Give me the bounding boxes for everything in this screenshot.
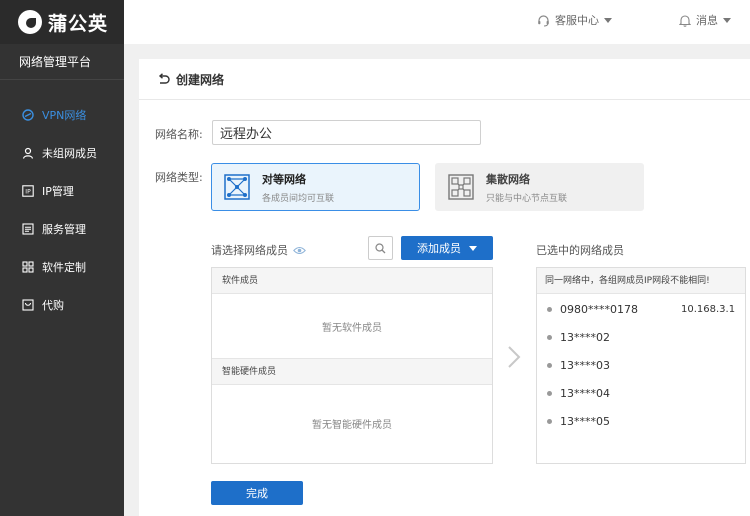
chevron-down-icon [723, 17, 731, 23]
search-button[interactable] [368, 236, 393, 260]
svg-text:IP: IP [25, 189, 31, 196]
select-members-label: 请选择网络成员 [211, 244, 288, 257]
network-type-peer[interactable]: 对等网络 各成员间均可互联 [211, 163, 420, 211]
network-type-label: 网络类型: [155, 171, 203, 184]
card-header: 创建网络 [139, 59, 750, 100]
service-icon [22, 223, 34, 235]
type-name: 集散网络 [486, 172, 530, 186]
member-name: 13****05 [560, 414, 610, 428]
member-name: 13****02 [560, 330, 610, 344]
hardware-members-empty: 暂无智能硬件成员 [312, 419, 392, 431]
type-name: 对等网络 [262, 172, 306, 186]
peer-network-icon [224, 174, 250, 200]
list-item[interactable]: 13****03 [537, 351, 745, 379]
add-member-label: 添加成员 [417, 242, 461, 255]
bullet-dot [547, 362, 552, 368]
software-members-empty: 暂无软件成员 [212, 294, 492, 359]
logo-icon [18, 10, 42, 34]
sidebar-item-label: 软件定制 [42, 261, 86, 274]
member-ip: 10.168.3.1 [681, 303, 736, 315]
bullet-dot [547, 334, 552, 340]
list-item[interactable]: 0980****0178 10.168.3.1 [537, 295, 745, 323]
grid-icon [22, 261, 34, 273]
cart-icon [22, 299, 34, 311]
network-name-input[interactable] [212, 120, 481, 145]
list-item[interactable]: 13****02 [537, 323, 745, 351]
search-icon [375, 242, 386, 253]
add-member-button[interactable]: 添加成员 [401, 236, 493, 260]
bullet-dot [547, 306, 552, 312]
bell-icon [679, 14, 691, 27]
platform-title: 网络管理平台 [0, 44, 124, 80]
top-header: 客服中心 消息 [124, 0, 750, 44]
sidebar-item-label: 服务管理 [42, 223, 86, 236]
sidebar-item-label: 未组网成员 [42, 147, 97, 160]
sidebar-item-ip-management[interactable]: IP IP管理 [0, 172, 124, 210]
vpn-icon [22, 109, 34, 121]
sidebar-item-label: VPN网络 [42, 109, 87, 122]
sidebar-item-software-custom[interactable]: 软件定制 [0, 248, 124, 286]
list-item[interactable]: 13****05 [537, 407, 745, 435]
sidebar-item-label: 代购 [42, 299, 64, 312]
sidebar: 蒲公英 网络管理平台 VPN网络 未组网成员 IP IP管理 服务管理 软件定制… [0, 0, 124, 516]
messages-label: 消息 [696, 14, 718, 27]
software-members-header: 软件成员 [212, 268, 492, 294]
type-desc: 只能与中心节点互联 [486, 193, 568, 204]
done-label: 完成 [246, 487, 268, 500]
headset-icon [538, 14, 549, 26]
select-members-title: 请选择网络成员 [211, 242, 306, 258]
sidebar-nav: VPN网络 未组网成员 IP IP管理 服务管理 软件定制 代购 [0, 96, 124, 324]
ip-segment-warning: 同一网络中，各组网成员IP网段不能相同! [537, 268, 745, 294]
bullet-dot [547, 390, 552, 396]
chevron-down-icon [604, 17, 612, 23]
chevron-down-icon [469, 245, 477, 251]
sidebar-item-vpn[interactable]: VPN网络 [0, 96, 124, 134]
list-item[interactable]: 13****04 [537, 379, 745, 407]
back-icon[interactable] [157, 72, 170, 86]
selected-members-panel: 同一网络中，各组网成员IP网段不能相同! 0980****0178 10.168… [536, 267, 746, 464]
bullet-dot [547, 418, 552, 424]
support-center-menu[interactable]: 客服中心 [537, 0, 612, 40]
page-title: 创建网络 [176, 72, 225, 87]
sidebar-item-purchase[interactable]: 代购 [0, 286, 124, 324]
create-network-card: 创建网络 网络名称: 网络类型: 对等网络 各成员间均可互联 集散网络 [139, 59, 750, 516]
sidebar-item-label: IP管理 [42, 185, 74, 198]
support-center-label: 客服中心 [555, 14, 599, 27]
network-name-label: 网络名称: [155, 128, 203, 141]
sidebar-item-service-management[interactable]: 服务管理 [0, 210, 124, 248]
member-name: 0980****0178 [560, 302, 638, 316]
selected-members-list: 0980****0178 10.168.3.1 13****02 13****0… [537, 294, 745, 435]
member-name: 13****04 [560, 386, 610, 400]
chevron-right-icon[interactable] [507, 345, 521, 369]
member-name: 13****03 [560, 358, 610, 372]
done-button[interactable]: 完成 [211, 481, 303, 505]
network-type-hub[interactable]: 集散网络 只能与中心节点互联 [435, 163, 644, 211]
type-desc: 各成员间均可互联 [262, 193, 335, 204]
sidebar-item-unjoined-members[interactable]: 未组网成员 [0, 134, 124, 172]
hardware-members-header: 智能硬件成员 [212, 359, 492, 385]
selected-members-title: 已选中的网络成员 [536, 244, 624, 257]
messages-menu[interactable]: 消息 [679, 0, 731, 40]
logo[interactable]: 蒲公英 [0, 0, 124, 44]
user-icon [22, 147, 34, 159]
eye-icon[interactable] [293, 246, 306, 255]
ip-icon: IP [22, 185, 34, 197]
logo-text: 蒲公英 [48, 12, 109, 35]
hub-network-icon [448, 174, 474, 200]
available-members-panel: 软件成员 暂无软件成员 智能硬件成员 暂无智能硬件成员 [211, 267, 493, 464]
